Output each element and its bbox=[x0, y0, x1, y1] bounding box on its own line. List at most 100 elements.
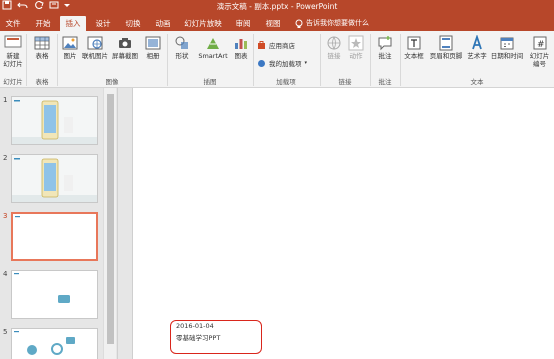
action-button[interactable]: 动作 bbox=[346, 35, 366, 60]
screenshot-icon bbox=[119, 38, 131, 48]
shapes-button[interactable]: 形状 bbox=[171, 35, 193, 60]
slide-thumbnail[interactable] bbox=[11, 154, 98, 203]
slide-thumbnail-selected[interactable] bbox=[11, 212, 98, 261]
tab-file[interactable]: 文件 bbox=[2, 16, 24, 31]
new-slide-label: 新建 幻灯片 bbox=[3, 52, 23, 68]
highlight-annotation bbox=[170, 320, 262, 354]
slide-number: 1 bbox=[3, 96, 8, 104]
blank-slide-preview bbox=[13, 214, 96, 259]
album-icon bbox=[145, 36, 161, 50]
scrollbar-thumb[interactable] bbox=[107, 94, 114, 344]
thumbnail-scrollbar[interactable] bbox=[103, 88, 116, 359]
window-title: 演示文稿 - 副本.pptx - PowerPoint bbox=[216, 2, 338, 11]
slide-number: 5 bbox=[3, 328, 8, 336]
current-slide[interactable]: 2016-01-04 零基础学习PPT bbox=[132, 88, 554, 359]
store-icon bbox=[258, 40, 265, 49]
tab-view[interactable]: 视图 bbox=[260, 16, 286, 31]
slide-thumbnail-pane: 1 2 3 4 5 bbox=[0, 88, 118, 359]
picture-icon bbox=[62, 36, 78, 50]
undo-icon[interactable] bbox=[17, 0, 29, 14]
globe-icon bbox=[327, 36, 341, 50]
slide-number-icon: # bbox=[533, 36, 546, 50]
slide-thumbnail[interactable] bbox=[11, 328, 98, 359]
textbox-label: 文本框 bbox=[404, 52, 424, 60]
wordart-icon bbox=[472, 35, 482, 50]
slide-thumbnail[interactable] bbox=[11, 96, 98, 145]
shape-preview bbox=[12, 271, 97, 318]
wordart-label: 艺术字 bbox=[467, 52, 487, 60]
my-addins-button[interactable]: 我的加载项 ▾ bbox=[257, 58, 307, 68]
new-slide-icon bbox=[4, 35, 22, 48]
phone-image bbox=[12, 155, 97, 202]
shapes-label: 形状 bbox=[175, 52, 189, 60]
store-label: 应用商店 bbox=[269, 42, 295, 50]
slide-thumbnail[interactable] bbox=[11, 270, 98, 319]
group-text-label: 文本 bbox=[470, 78, 484, 86]
store-button[interactable]: 应用商店 bbox=[257, 40, 295, 50]
slide-number: 2 bbox=[3, 154, 8, 162]
save-icon[interactable] bbox=[2, 0, 12, 14]
table-label: 表格 bbox=[35, 52, 49, 60]
ribbon-insert: 新建 幻灯片 幻灯片 表格 表格 图片 联机图片 屏幕截图 相册 图像 形状 S… bbox=[0, 31, 554, 88]
datetime-button[interactable]: 日期和时间 bbox=[489, 35, 525, 60]
chart-label: 图表 bbox=[234, 52, 248, 60]
album-button[interactable]: 相册 bbox=[142, 35, 164, 60]
tab-animations[interactable]: 动画 bbox=[150, 16, 176, 31]
slide-number-button[interactable]: # 幻灯片 编号 bbox=[526, 35, 553, 68]
group-addins-label: 加载项 bbox=[276, 78, 296, 86]
link-button[interactable]: 链接 bbox=[324, 35, 344, 60]
my-addins-label: 我的加载项 bbox=[269, 60, 302, 68]
chart-icon bbox=[235, 39, 247, 49]
comment-label: 批注 bbox=[378, 52, 392, 60]
action-label: 动作 bbox=[349, 52, 363, 60]
smartart-button[interactable]: SmartArt bbox=[196, 35, 230, 60]
online-picture-icon bbox=[87, 36, 103, 50]
picture-button[interactable]: 图片 bbox=[60, 35, 80, 60]
lightbulb-icon bbox=[295, 19, 303, 28]
group-tables-label: 表格 bbox=[35, 78, 49, 86]
powerpoint-window: 演示文稿 - 副本.pptx - PowerPoint 文件 开始 插入 设计 … bbox=[0, 0, 554, 359]
group-images-label: 图像 bbox=[105, 78, 119, 86]
tab-transitions[interactable]: 切换 bbox=[120, 16, 146, 31]
online-picture-label: 联机图片 bbox=[82, 52, 108, 60]
group-comments-label: 批注 bbox=[378, 78, 392, 86]
online-picture-button[interactable]: 联机图片 bbox=[82, 35, 108, 60]
smartart-icon bbox=[207, 38, 219, 49]
header-footer-label: 页眉和页脚 bbox=[429, 52, 463, 60]
wordart-button[interactable]: 艺术字 bbox=[466, 35, 488, 60]
tab-insert[interactable]: 插入 bbox=[60, 16, 86, 31]
svg-text:#: # bbox=[537, 40, 545, 50]
separator bbox=[26, 34, 27, 86]
comment-icon bbox=[378, 36, 392, 51]
header-footer-icon bbox=[439, 35, 453, 51]
comment-button[interactable]: 批注 bbox=[374, 35, 396, 60]
title-bar: 演示文稿 - 副本.pptx - PowerPoint bbox=[0, 0, 554, 14]
tab-design[interactable]: 设计 bbox=[90, 16, 116, 31]
ribbon-tabs: 文件 开始 插入 设计 切换 动画 幻灯片放映 审阅 视图 告诉我你想要做什么 bbox=[0, 14, 554, 31]
table-button[interactable]: 表格 bbox=[30, 35, 54, 60]
phone-image bbox=[12, 97, 97, 144]
tell-me-text: 告诉我你想要做什么 bbox=[306, 19, 369, 27]
album-label: 相册 bbox=[146, 52, 160, 60]
textbox-button[interactable]: 文本框 bbox=[402, 35, 426, 60]
header-footer-button[interactable]: 页眉和页脚 bbox=[428, 35, 464, 60]
group-links-label: 链接 bbox=[338, 78, 352, 86]
new-slide-button[interactable]: 新建 幻灯片 bbox=[2, 35, 24, 68]
slide-number: 4 bbox=[3, 270, 8, 278]
qat-dropdown-icon[interactable] bbox=[64, 0, 70, 14]
star-icon bbox=[348, 35, 364, 51]
customize-icon[interactable] bbox=[49, 0, 59, 14]
screenshot-button[interactable]: 屏幕截图 bbox=[110, 35, 140, 60]
slide-editing-area: 2016-01-04 零基础学习PPT bbox=[118, 88, 554, 359]
tell-me-box[interactable]: 告诉我你想要做什么 bbox=[295, 16, 369, 31]
tab-review[interactable]: 审阅 bbox=[230, 16, 256, 31]
shapes-preview bbox=[12, 329, 97, 359]
chart-button[interactable]: 图表 bbox=[232, 35, 250, 60]
chevron-down-icon: ▾ bbox=[304, 60, 308, 66]
slide-number: 3 bbox=[3, 212, 8, 220]
redo-icon[interactable] bbox=[34, 0, 44, 14]
my-addins-icon bbox=[258, 59, 265, 67]
tab-home[interactable]: 开始 bbox=[30, 16, 56, 31]
tab-slideshow[interactable]: 幻灯片放映 bbox=[180, 16, 226, 31]
picture-label: 图片 bbox=[63, 52, 77, 60]
